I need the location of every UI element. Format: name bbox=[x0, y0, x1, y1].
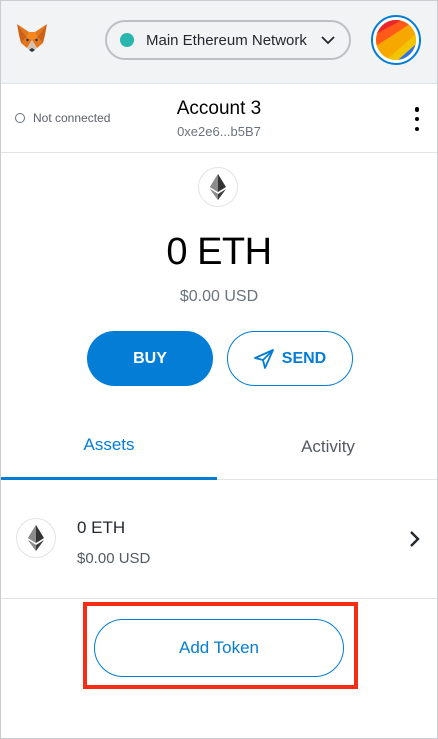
chevron-down-icon bbox=[321, 36, 335, 45]
buy-button[interactable]: BUY bbox=[87, 331, 213, 386]
asset-fiat-value: $0.00 USD bbox=[77, 550, 151, 567]
send-icon bbox=[253, 348, 274, 369]
fiat-balance: $0.00 USD bbox=[179, 288, 259, 305]
add-token-button[interactable]: Add Token bbox=[94, 619, 344, 677]
tab-bar: Assets Activity bbox=[1, 413, 437, 480]
metamask-fox-icon[interactable] bbox=[15, 21, 49, 55]
asset-list-item[interactable]: 0 ETH $0.00 USD bbox=[1, 481, 437, 599]
more-options-icon[interactable] bbox=[410, 107, 424, 131]
account-avatar-button[interactable] bbox=[371, 15, 421, 65]
eth-balance: 0 ETH bbox=[166, 231, 272, 273]
buy-button-label: BUY bbox=[133, 349, 167, 367]
send-button-label: SEND bbox=[281, 349, 327, 367]
ethereum-icon bbox=[16, 518, 56, 558]
network-status-dot bbox=[120, 33, 134, 47]
send-button[interactable]: SEND bbox=[227, 331, 353, 386]
avatar bbox=[376, 20, 416, 60]
wallet-popup: Main Ethereum Network Not connected Acco… bbox=[0, 0, 438, 739]
network-label: Main Ethereum Network bbox=[146, 31, 307, 49]
network-selector[interactable]: Main Ethereum Network bbox=[105, 20, 351, 60]
asset-amount: 0 ETH bbox=[77, 518, 126, 537]
account-name[interactable]: Account 3 bbox=[1, 98, 437, 120]
tab-assets[interactable]: Assets bbox=[1, 413, 217, 480]
tab-activity[interactable]: Activity bbox=[219, 413, 437, 480]
account-address[interactable]: 0xe2e6...b5B7 bbox=[1, 124, 437, 139]
ethereum-icon bbox=[198, 167, 238, 207]
add-token-label: Add Token bbox=[178, 638, 260, 657]
app-header: Main Ethereum Network bbox=[1, 1, 437, 84]
account-bar: Not connected Account 3 0xe2e6...b5B7 bbox=[1, 84, 437, 153]
chevron-right-icon bbox=[410, 531, 420, 547]
